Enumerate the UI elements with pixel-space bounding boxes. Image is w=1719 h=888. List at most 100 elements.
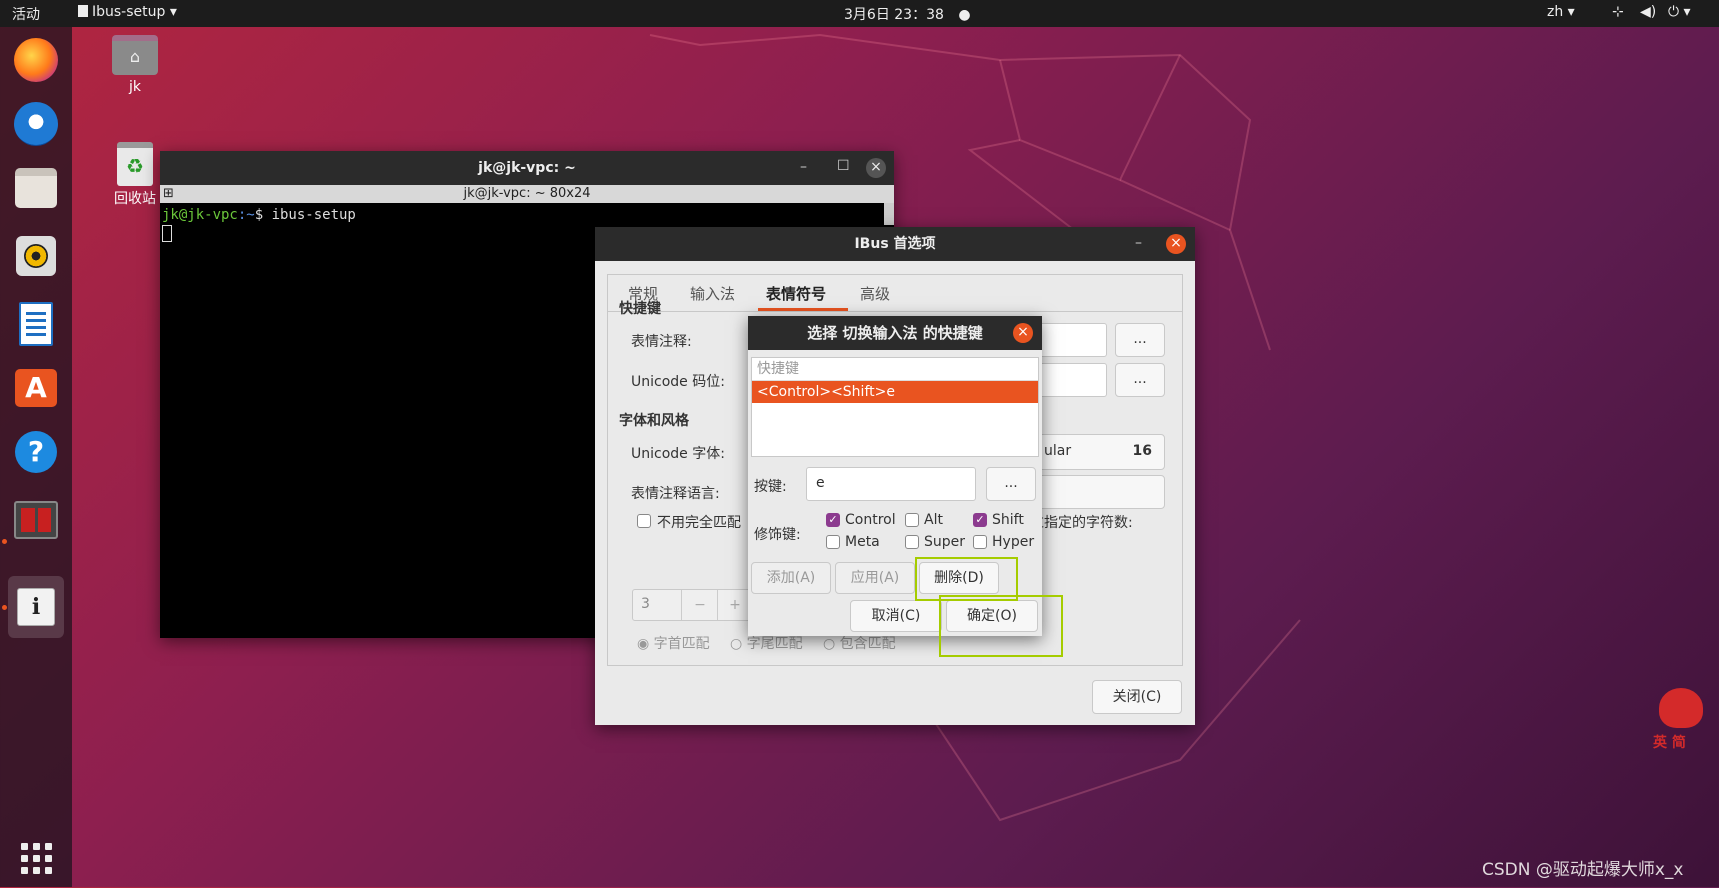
ibus-setup-icon[interactable]: i — [8, 576, 64, 638]
super-label: Super — [924, 534, 966, 550]
dialog-title: 选择 切换输入法 的快捷键 — [807, 324, 983, 342]
terminal-scrollbar[interactable] — [884, 203, 894, 225]
maximize-icon[interactable]: ☐ — [837, 158, 850, 174]
unicode-font-button[interactable]: ular 16 — [1035, 434, 1165, 470]
shortcut-section-title: 快捷键 — [619, 301, 661, 317]
input-language-indicator[interactable]: zh ▾ — [1547, 4, 1575, 20]
tab-emoji-underline — [758, 308, 848, 311]
key-label: 按键: — [754, 479, 787, 495]
emoji-annotation-field[interactable] — [1035, 323, 1107, 357]
key-input[interactable]: e — [806, 467, 976, 501]
terminal-cursor — [162, 225, 172, 242]
files-icon[interactable] — [8, 158, 64, 218]
chevron-down-icon: ▾ — [169, 4, 177, 20]
prefs-title: IBus 首选项 — [854, 236, 936, 252]
show-applications-icon[interactable] — [8, 828, 64, 888]
terminal-subtitle: jk@jk-vpc: ~ 80x24 — [463, 186, 591, 201]
cancel-button[interactable]: 取消(C) — [850, 600, 942, 632]
volume-icon[interactable]: ◀) — [1640, 4, 1656, 20]
radio-prefix-icon: ◉ — [637, 636, 650, 652]
alt-checkbox[interactable] — [905, 513, 919, 527]
spin-minus-button[interactable]: − — [681, 590, 718, 620]
prefs-close-button[interactable]: 关闭(C) — [1092, 680, 1182, 714]
terminal-running-indicator — [2, 539, 7, 544]
exact-match-label: 不用完全匹配 — [657, 515, 741, 531]
dock: A ? i — [0, 27, 72, 887]
watermark: CSDN @驱动起爆大师x_x — [1482, 860, 1684, 880]
radio-suffix-icon: ○ — [730, 636, 743, 652]
home-folder-icon: ⌂ — [112, 35, 158, 75]
radio-contain[interactable]: ○ 包含匹配 — [823, 633, 896, 653]
clock[interactable]: 3月6日 23：38 ● — [844, 4, 971, 24]
tab-emoji[interactable]: 表情符号 — [766, 283, 826, 304]
top-bar: 活动 Ibus-setup ▾ 3月6日 23：38 ● zh ▾ ⊹ ◀) ⏻… — [0, 0, 1719, 27]
apply-button[interactable]: 应用(A) — [835, 562, 915, 594]
mascot-widget[interactable]: 英 简 — [1645, 688, 1715, 752]
annotation-language-button[interactable] — [1035, 475, 1165, 509]
ibus-running-indicator — [2, 605, 7, 610]
meta-checkbox[interactable] — [826, 535, 840, 549]
help-icon[interactable]: ? — [8, 422, 64, 482]
home-folder-label: jk — [129, 79, 141, 95]
power-icon[interactable]: ⏻ ▾ — [1668, 4, 1691, 20]
add-button[interactable]: 添加(A) — [751, 562, 831, 594]
highlight-ok — [939, 595, 1063, 657]
clock-label: 3月6日 23：38 — [844, 7, 944, 23]
key-capture-button[interactable]: ... — [986, 467, 1036, 501]
hyper-checkbox[interactable] — [973, 535, 987, 549]
radio-suffix-label: 字尾匹配 — [746, 636, 803, 652]
super-checkbox[interactable] — [905, 535, 919, 549]
firefox-icon[interactable] — [8, 30, 64, 90]
radio-suffix[interactable]: ○ 字尾匹配 — [730, 633, 803, 653]
dialog-titlebar[interactable]: 选择 切换输入法 的快捷键 — [748, 316, 1042, 350]
terminal-titlebar[interactable]: jk@jk-vpc: ~ — [160, 151, 894, 185]
exact-match-checkbox[interactable] — [637, 514, 651, 528]
unicode-codepoint-field[interactable] — [1035, 363, 1107, 397]
ubuntu-software-icon[interactable]: A — [8, 358, 64, 418]
minimize-icon[interactable]: – — [800, 159, 807, 175]
emoji-annotation-label: 表情注释: — [631, 334, 692, 350]
thunderbird-icon[interactable] — [8, 94, 64, 154]
emoji-annotation-button[interactable]: ... — [1115, 323, 1165, 357]
app-menu-label: Ibus-setup — [92, 4, 166, 20]
shortcut-list-header: 快捷键 — [752, 358, 1038, 381]
min-chars-spinbox[interactable]: 3 − + — [632, 589, 752, 621]
control-label: Control — [845, 512, 896, 528]
dialog-close-icon[interactable]: × — [1013, 323, 1033, 343]
unicode-font-label: Unicode 字体: — [631, 446, 725, 462]
prefs-close-icon[interactable]: × — [1166, 234, 1186, 254]
network-icon[interactable]: ⊹ — [1612, 4, 1624, 20]
prompt-symbol: $ — [254, 207, 272, 223]
trash-icon: ♻ — [117, 142, 153, 186]
prefs-tabbar: 常规 输入法 表情符号 高级 — [608, 275, 1182, 312]
alt-label: Alt — [924, 512, 943, 528]
terminal-icon[interactable] — [8, 490, 64, 550]
app-menu[interactable]: Ibus-setup ▾ — [78, 4, 177, 20]
prompt-path: :~ — [237, 207, 255, 223]
unicode-codepoint-label: Unicode 码位: — [631, 374, 725, 390]
terminal-close-icon[interactable]: × — [866, 158, 886, 178]
font-section-title: 字体和风格 — [619, 413, 689, 429]
desktop-home-folder[interactable]: ⌂ jk — [95, 35, 175, 95]
lang-label: zh — [1547, 4, 1564, 20]
tab-input-method[interactable]: 输入法 — [690, 283, 735, 304]
prefs-minimize-icon[interactable]: – — [1135, 235, 1142, 251]
mascot-icon — [1659, 688, 1703, 728]
terminal-tab-menu-icon[interactable]: ⊞ — [163, 185, 174, 203]
modifier-label: 修饰键: — [754, 527, 801, 543]
spin-plus-button[interactable]: + — [717, 590, 752, 620]
notification-dot-icon: ● — [958, 7, 971, 23]
tab-advanced[interactable]: 高级 — [860, 283, 890, 304]
activities-button[interactable]: 活动 — [12, 4, 40, 24]
unicode-codepoint-button[interactable]: ... — [1115, 363, 1165, 397]
shortcut-list: 快捷键 <Control><Shift>e — [751, 357, 1039, 457]
key-value: e — [816, 475, 825, 491]
radio-prefix[interactable]: ◉ 字首匹配 — [637, 633, 710, 653]
prefs-titlebar[interactable]: IBus 首选项 — [595, 227, 1195, 261]
libreoffice-writer-icon[interactable] — [8, 294, 64, 354]
terminal-content[interactable]: jk@jk-vpc:~$ ibus-setup — [162, 207, 356, 242]
rhythmbox-icon[interactable] — [8, 226, 64, 286]
control-checkbox[interactable]: ✓ — [826, 513, 840, 527]
shift-checkbox[interactable]: ✓ — [973, 513, 987, 527]
shortcut-list-item[interactable]: <Control><Shift>e — [752, 381, 1038, 403]
